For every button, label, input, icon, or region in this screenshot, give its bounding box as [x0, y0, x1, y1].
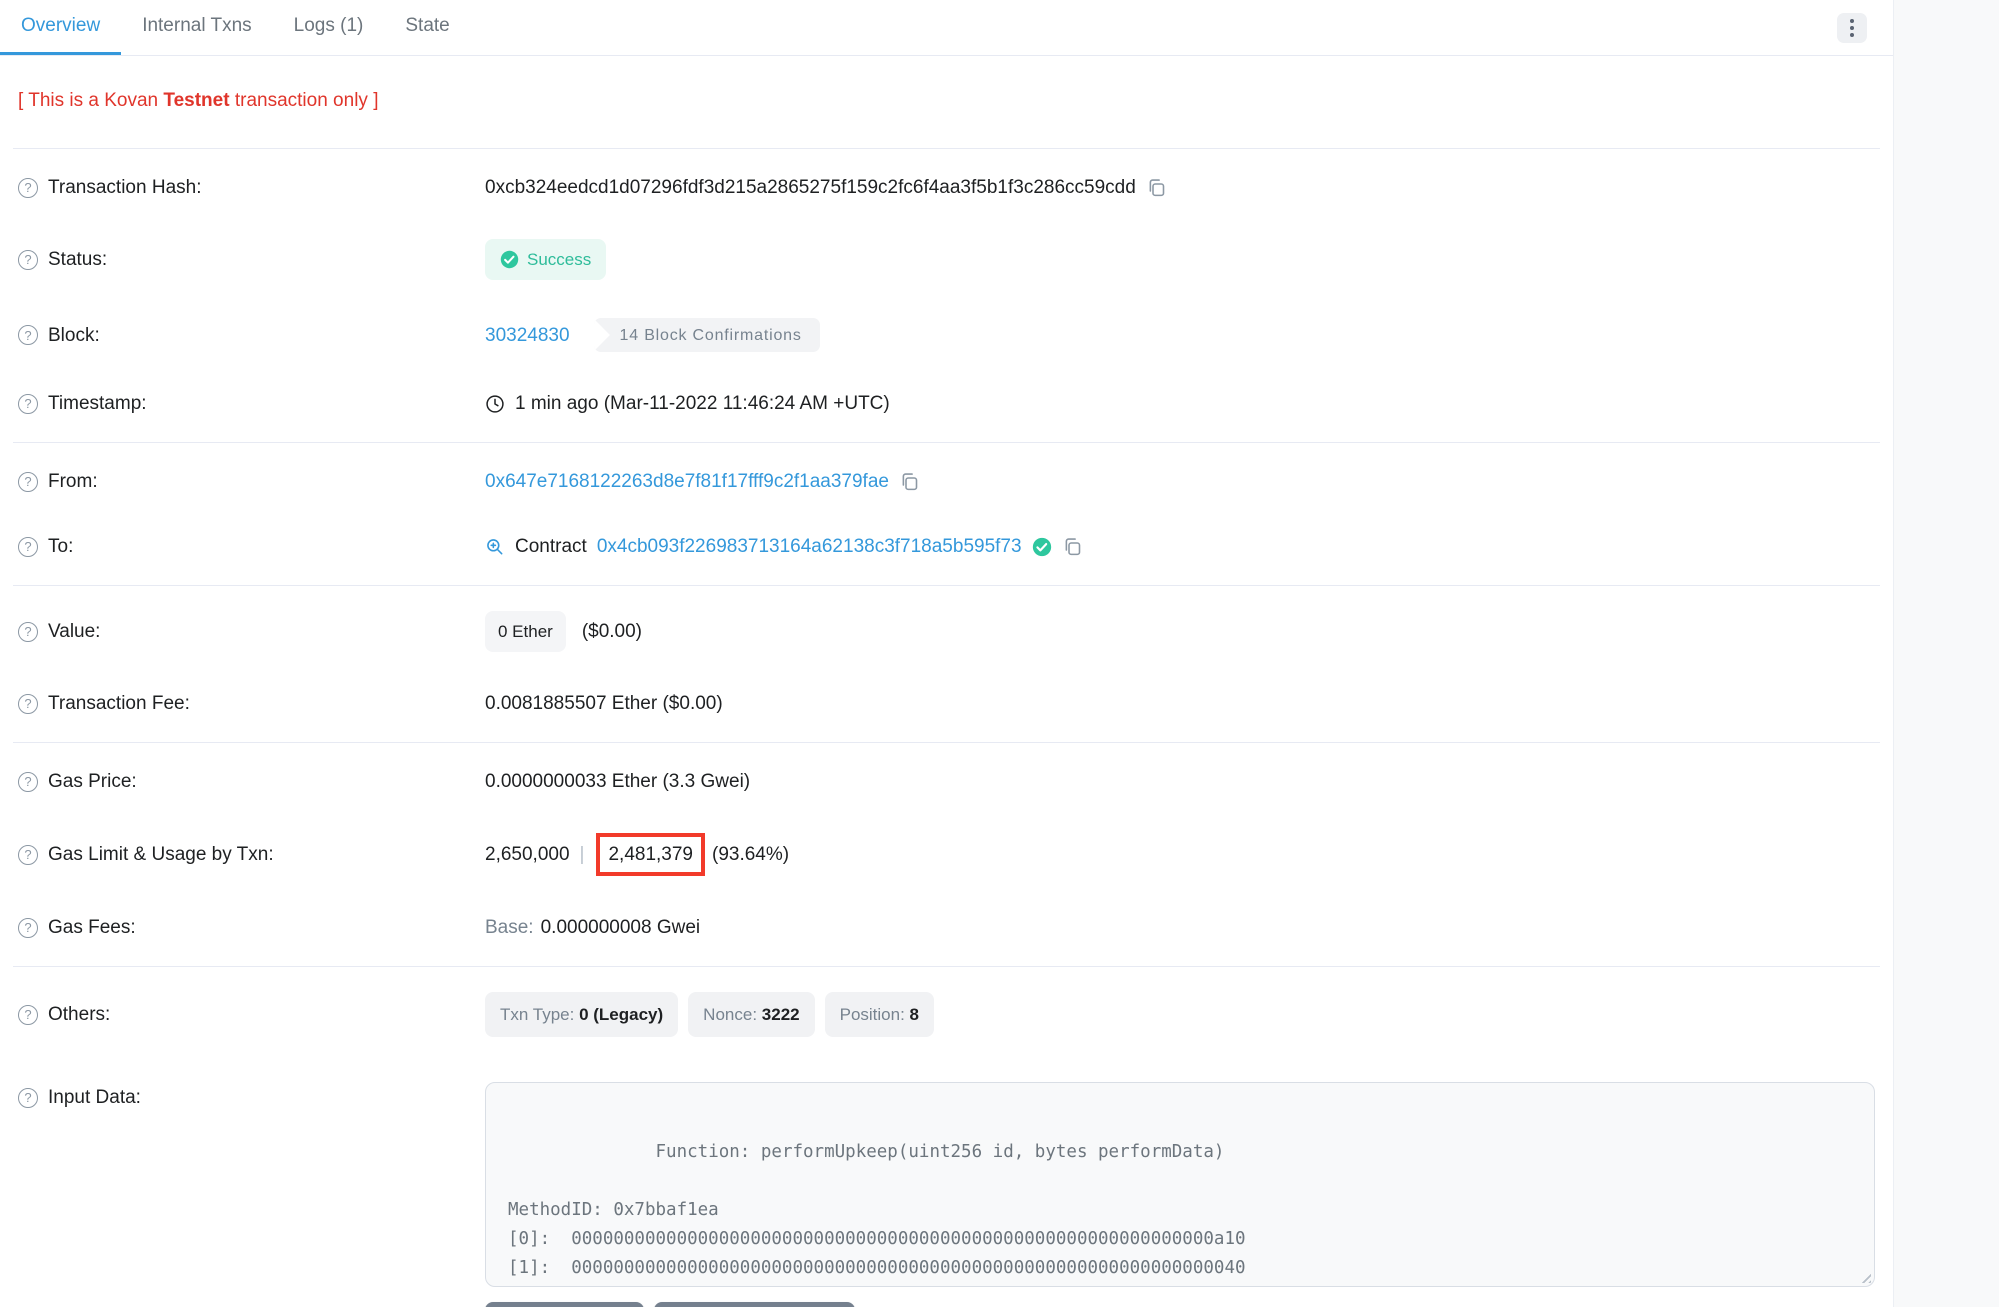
gas-used-highlight-box: 2,481,379	[596, 833, 705, 876]
to-label: To:	[48, 533, 73, 560]
help-icon[interactable]: ?	[18, 250, 38, 270]
decode-input-data-button[interactable]: Decode Input Data	[654, 1302, 856, 1307]
input-data-textarea[interactable]: Function: performUpkeep(uint256 id, byte…	[485, 1082, 1875, 1287]
tab-internal-txns[interactable]: Internal Txns	[121, 0, 272, 55]
row-from: ? From: 0x647e7168122263d8e7f81f17fff9c2…	[13, 449, 1880, 514]
help-icon[interactable]: ?	[18, 918, 38, 938]
help-icon[interactable]: ?	[18, 178, 38, 198]
status-badge-text: Success	[527, 246, 591, 273]
testnet-warning: [ This is a Kovan Testnet transaction on…	[13, 62, 1880, 142]
row-block: ? Block: 30324830 14 Block Confirmations	[13, 299, 1880, 371]
others-label: Others:	[48, 1001, 110, 1028]
help-icon[interactable]: ?	[18, 622, 38, 642]
kebab-menu-button[interactable]	[1837, 13, 1867, 43]
row-timestamp: ? Timestamp: 1 min ago (Mar-11-2022 11:4…	[13, 371, 1880, 436]
transaction-hash-label: Transaction Hash:	[48, 174, 201, 201]
to-address-link[interactable]: 0x4cb093f226983713164a62138c3f718a5b595f…	[597, 533, 1022, 560]
row-gas-fees: ? Gas Fees: Base: 0.000000008 Gwei	[13, 895, 1880, 960]
to-contract-prefix: Contract	[515, 533, 587, 560]
gas-fees-label: Gas Fees:	[48, 914, 136, 941]
gas-limit-value: 2,650,000	[485, 841, 570, 868]
transaction-card: Overview Internal Txns Logs (1) State [ …	[0, 0, 1893, 1307]
gas-used-percent: (93.64%)	[712, 841, 789, 868]
transaction-hash-value: 0xcb324eedcd1d07296fdf3d215a2865275f159c…	[485, 174, 1136, 201]
dot-icon	[1850, 26, 1854, 30]
gas-fees-base-value: 0.000000008 Gwei	[541, 914, 701, 941]
help-icon[interactable]: ?	[18, 325, 38, 345]
nonce-badge: Nonce: 3222	[688, 992, 814, 1037]
input-data-label: Input Data:	[48, 1084, 141, 1111]
row-transaction-hash: ? Transaction Hash: 0xcb324eedcd1d07296f…	[13, 155, 1880, 220]
dot-icon	[1850, 19, 1854, 23]
dot-icon	[1850, 33, 1854, 37]
row-gas-price: ? Gas Price: 0.0000000033 Ether (3.3 Gwe…	[13, 749, 1880, 814]
block-confirmations-badge: 14 Block Confirmations	[594, 318, 820, 352]
row-others: ? Others: Txn Type: 0 (Legacy) Nonce: 32…	[13, 973, 1880, 1056]
check-circle-icon	[500, 250, 519, 269]
value-label: Value:	[48, 618, 100, 645]
timestamp-value: 1 min ago (Mar-11-2022 11:46:24 AM +UTC)	[515, 390, 890, 417]
copy-icon[interactable]	[1146, 177, 1167, 198]
clock-icon	[485, 394, 505, 414]
verified-check-icon	[1032, 537, 1052, 557]
block-label: Block:	[48, 322, 100, 349]
input-data-text: Function: performUpkeep(uint256 id, byte…	[508, 1142, 1246, 1287]
tab-bar: Overview Internal Txns Logs (1) State	[0, 0, 1893, 56]
help-icon[interactable]: ?	[18, 772, 38, 792]
row-transaction-fee: ? Transaction Fee: 0.0081885507 Ether ($…	[13, 671, 1880, 736]
transaction-fee-value: 0.0081885507 Ether ($0.00)	[485, 690, 723, 717]
help-icon[interactable]: ?	[18, 1005, 38, 1025]
block-number-link[interactable]: 30324830	[485, 322, 570, 349]
help-icon[interactable]: ?	[18, 845, 38, 865]
resize-grip[interactable]	[1858, 1270, 1871, 1283]
from-address-link[interactable]: 0x647e7168122263d8e7f81f17fff9c2f1aa379f…	[485, 468, 889, 495]
position-badge: Position: 8	[825, 992, 934, 1037]
row-value: ? Value: 0 Ether ($0.00)	[13, 592, 1880, 671]
transaction-fee-label: Transaction Fee:	[48, 690, 190, 717]
from-label: From:	[48, 468, 98, 495]
timestamp-label: Timestamp:	[48, 390, 147, 417]
zoom-in-icon[interactable]	[485, 537, 505, 557]
help-icon[interactable]: ?	[18, 472, 38, 492]
tab-logs[interactable]: Logs (1)	[273, 0, 385, 55]
tab-state[interactable]: State	[384, 0, 470, 55]
copy-icon[interactable]	[1062, 536, 1083, 557]
row-input-data: ? Input Data: Function: performUpkeep(ui…	[13, 1056, 1880, 1307]
help-icon[interactable]: ?	[18, 537, 38, 557]
gas-price-label: Gas Price:	[48, 768, 137, 795]
gas-limit-label: Gas Limit & Usage by Txn:	[48, 841, 274, 868]
row-to: ? To: Contract 0x4cb093f226983713164a621…	[13, 514, 1880, 579]
help-icon[interactable]: ?	[18, 694, 38, 714]
value-amount-badge: 0 Ether	[485, 611, 566, 652]
tab-overview[interactable]: Overview	[0, 0, 121, 55]
gas-fees-base-label: Base:	[485, 914, 534, 941]
transaction-page: Overview Internal Txns Logs (1) State [ …	[0, 0, 1999, 1307]
row-gas-limit-usage: ? Gas Limit & Usage by Txn: 2,650,000 | …	[13, 814, 1880, 895]
row-status: ? Status: Success	[13, 220, 1880, 299]
gas-used-value: 2,481,379	[608, 844, 693, 865]
help-icon[interactable]: ?	[18, 394, 38, 414]
help-icon[interactable]: ?	[18, 1088, 38, 1108]
copy-icon[interactable]	[899, 471, 920, 492]
txn-type-badge: Txn Type: 0 (Legacy)	[485, 992, 678, 1037]
status-badge: Success	[485, 239, 606, 280]
status-label: Status:	[48, 246, 107, 273]
gas-price-value: 0.0000000033 Ether (3.3 Gwei)	[485, 768, 750, 795]
value-usd: ($0.00)	[582, 618, 642, 645]
pipe-separator: |	[580, 841, 585, 868]
page-background-rail	[1893, 0, 1999, 1307]
view-input-as-button[interactable]: View Input As	[485, 1302, 644, 1307]
